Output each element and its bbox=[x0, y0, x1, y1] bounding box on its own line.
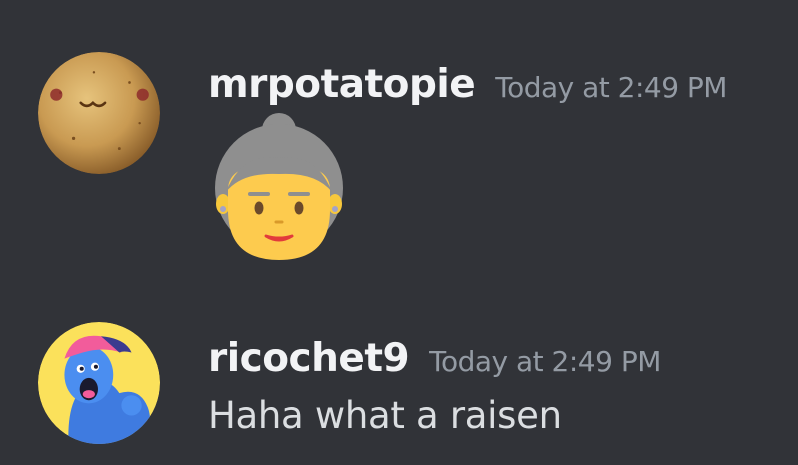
blue-cartoon-character-avatar-icon bbox=[38, 322, 160, 444]
timestamp: Today at 2:49 PM bbox=[495, 71, 727, 104]
user-avatar[interactable] bbox=[38, 52, 160, 174]
user-avatar[interactable] bbox=[38, 322, 160, 444]
username[interactable]: ricochet9 bbox=[208, 336, 410, 381]
message-header: mrpotatopie Today at 2:49 PM bbox=[208, 62, 727, 107]
timestamp: Today at 2:49 PM bbox=[429, 345, 661, 378]
username[interactable]: mrpotatopie bbox=[208, 62, 476, 107]
chat-message: ricochet9 Today at 2:49 PM Haha what a r… bbox=[0, 322, 798, 452]
message-text: Haha what a raisen bbox=[208, 394, 562, 437]
potato-cookie-avatar-icon bbox=[38, 52, 160, 174]
older-woman-emoji-icon bbox=[212, 112, 346, 262]
message-header: ricochet9 Today at 2:49 PM bbox=[208, 336, 661, 381]
chat-message-list: mrpotatopie Today at 2:49 PM ricochet9 T… bbox=[0, 0, 798, 465]
chat-message: mrpotatopie Today at 2:49 PM bbox=[0, 52, 798, 272]
